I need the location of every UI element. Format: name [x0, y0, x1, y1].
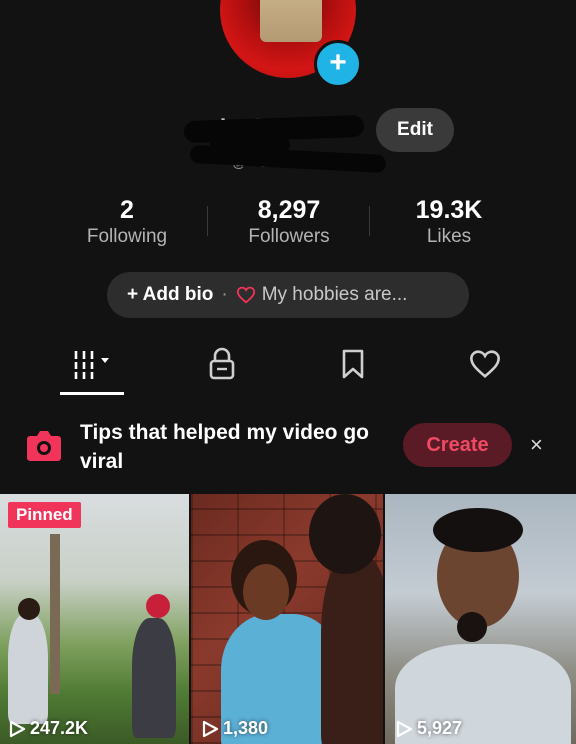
tip-text[interactable]: Tips that helped my video go viral: [80, 418, 380, 476]
tab-liked[interactable]: [460, 346, 510, 386]
add-bio-label: + Add bio: [127, 284, 214, 305]
play-icon: [202, 720, 219, 737]
stat-divider: [369, 206, 370, 236]
camera-icon: [24, 428, 64, 464]
stat-label: Followers: [248, 226, 330, 247]
bookmark-icon: [340, 348, 366, 385]
bio-separator: ·: [221, 284, 228, 305]
lock-icon: [207, 347, 237, 386]
stat-divider: [207, 206, 208, 236]
view-count-value: 1,380: [223, 718, 269, 738]
heart-outline-icon: [236, 286, 256, 304]
redaction-scribble: [210, 138, 290, 152]
video-thumbnail[interactable]: [0, 494, 189, 744]
stat-label: Following: [86, 226, 168, 247]
add-avatar-button[interactable]: +: [314, 40, 362, 88]
play-icon: [396, 720, 413, 737]
pinned-badge: Pinned: [8, 502, 81, 528]
video-thumbnail[interactable]: [191, 494, 383, 744]
tab-videos[interactable]: [68, 346, 118, 386]
tab-private[interactable]: [197, 346, 247, 386]
stat-label: Likes: [426, 226, 472, 247]
view-count: 247.2K: [8, 718, 88, 739]
stat-followers[interactable]: 8,297 Followers: [214, 196, 364, 248]
stat-likes[interactable]: 19.3K Likes: [374, 196, 524, 248]
stat-value: 2: [120, 196, 134, 224]
heart-icon: [468, 349, 502, 384]
stat-value: 19.3K: [415, 196, 483, 224]
view-count: 5,927: [395, 718, 462, 739]
close-icon[interactable]: ×: [530, 432, 543, 458]
edit-profile-button[interactable]: Edit: [376, 108, 454, 152]
hobbies-prompt: My hobbies are...: [261, 284, 408, 305]
view-count-value: 247.2K: [30, 718, 89, 738]
play-icon: [9, 720, 26, 737]
bio-pill[interactable]: + Add bio · My hobbies are...: [107, 272, 469, 318]
active-tab-indicator: [60, 392, 124, 395]
grid-videos-icon: [68, 348, 118, 385]
video-thumbnail[interactable]: [385, 494, 576, 744]
stat-following[interactable]: 2 Following: [52, 196, 202, 248]
view-count: 1,380: [201, 718, 268, 739]
stat-value: 8,297: [257, 196, 321, 224]
view-count-value: 5,927: [417, 718, 463, 738]
create-button[interactable]: Create: [403, 423, 512, 467]
tab-saved[interactable]: [328, 346, 378, 386]
